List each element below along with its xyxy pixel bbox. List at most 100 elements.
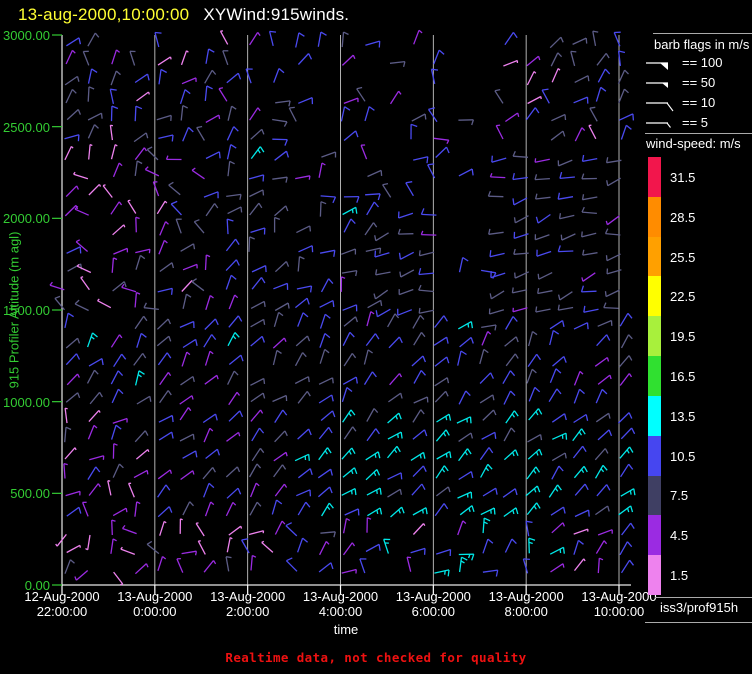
wind-barb: [110, 201, 123, 215]
wind-barb: [344, 508, 360, 516]
wind-barb: [581, 194, 598, 201]
wind-barb: [157, 287, 173, 295]
wind-barb: [583, 305, 599, 313]
y-tick-label: 3000.00: [3, 28, 50, 43]
colorbar-segment: [648, 236, 661, 277]
wind-barb: [274, 150, 290, 161]
wind-barb: [552, 356, 567, 367]
wind-barb: [619, 541, 633, 556]
wind-barb: [537, 272, 553, 280]
wind-barb: [505, 410, 519, 424]
wind-barb: [64, 134, 80, 142]
wind-barb: [85, 534, 91, 551]
wind-barb: [527, 353, 542, 367]
wind-barb: [274, 205, 289, 217]
wind-barb: [297, 391, 311, 404]
wind-barb: [250, 554, 257, 571]
x-tick-label: 13-Aug-2000 2:00:00: [210, 589, 286, 619]
wind-barb: [134, 501, 141, 517]
wind-barb: [112, 463, 124, 478]
wind-barb: [549, 320, 565, 330]
wind-barb: [363, 371, 377, 385]
wind-barb: [65, 337, 81, 349]
wind-barb: [597, 319, 613, 327]
wind-barb: [573, 388, 585, 404]
wind-barb: [582, 249, 598, 256]
wind-barb: [245, 68, 253, 84]
wind-barb: [159, 390, 172, 404]
wind-barb: [205, 114, 221, 123]
wind-barb: [620, 488, 636, 497]
colorbar-label: 25.5: [670, 249, 696, 265]
wind-barb: [66, 544, 81, 554]
wind-barb: [495, 124, 504, 140]
wind-barb: [298, 468, 313, 479]
wind-barb: [557, 192, 574, 200]
wind-barb: [249, 32, 261, 46]
wind-barb: [382, 182, 392, 198]
wind-barb: [65, 185, 79, 198]
wind-barb: [64, 75, 80, 86]
wind-barb: [133, 469, 149, 479]
wind-barb: [318, 162, 326, 178]
wind-barb: [512, 172, 528, 181]
wind-barb: [503, 449, 519, 461]
barb-legend: == 100 == 50 == 10 == 5: [644, 52, 723, 132]
wind-barb: [398, 251, 415, 260]
wind-barb: [158, 68, 168, 85]
wind-barb: [65, 49, 76, 65]
wind-barb: [617, 50, 626, 66]
legend-row-label: == 100: [682, 54, 723, 70]
wind-barb: [458, 119, 475, 126]
wind-barb: [537, 287, 553, 295]
wind-barb: [504, 538, 517, 553]
wind-barb: [182, 293, 192, 309]
wind-barb: [250, 392, 266, 403]
wind-barb: [618, 505, 634, 516]
wind-barb: [526, 502, 541, 516]
wind-barb: [343, 218, 356, 233]
x-axis-title: time: [333, 622, 359, 637]
wind-barb: [157, 352, 172, 366]
wind-barb: [386, 445, 401, 459]
wind-barb: [195, 522, 205, 537]
wind-barb: [251, 447, 265, 462]
wind-barb: [204, 318, 219, 330]
wind-barb: [570, 50, 577, 67]
wind-barb: [274, 430, 288, 443]
wind-barb: [197, 540, 206, 555]
wind-barb: [527, 330, 538, 347]
wind-barb: [63, 462, 68, 479]
wind-barb: [113, 353, 127, 368]
wind-barb: [620, 559, 635, 574]
wind-barb: [375, 269, 391, 276]
wind-barb: [363, 349, 373, 365]
wind-barb: [135, 254, 146, 270]
wind-barb: [87, 124, 99, 139]
wind-barb: [226, 431, 241, 442]
wind-barb: [111, 257, 118, 273]
wind-barb: [134, 73, 150, 84]
wind-barb: [527, 448, 543, 460]
wind-barb: [383, 538, 391, 554]
wind-barb: [596, 53, 610, 66]
wind-barb: [573, 370, 584, 386]
wind-barb: [413, 331, 426, 346]
wind-barb: [65, 490, 81, 497]
wind-barb: [182, 338, 198, 349]
wind-barb: [410, 451, 426, 461]
wind-barb: [387, 488, 403, 498]
wind-barb: [341, 447, 356, 460]
wind-barb: [225, 501, 237, 517]
wind-barb: [273, 451, 288, 462]
wind-barb: [225, 274, 237, 290]
legend-row: == 50: [644, 72, 723, 92]
wind-barb: [597, 557, 604, 574]
wind-barb: [618, 88, 629, 104]
wind-barb: [534, 158, 550, 163]
wind-barb: [526, 71, 537, 86]
wind-barb: [225, 556, 232, 572]
wind-barb: [228, 525, 243, 536]
wind-barb: [134, 291, 141, 308]
wind-barb: [133, 132, 149, 143]
